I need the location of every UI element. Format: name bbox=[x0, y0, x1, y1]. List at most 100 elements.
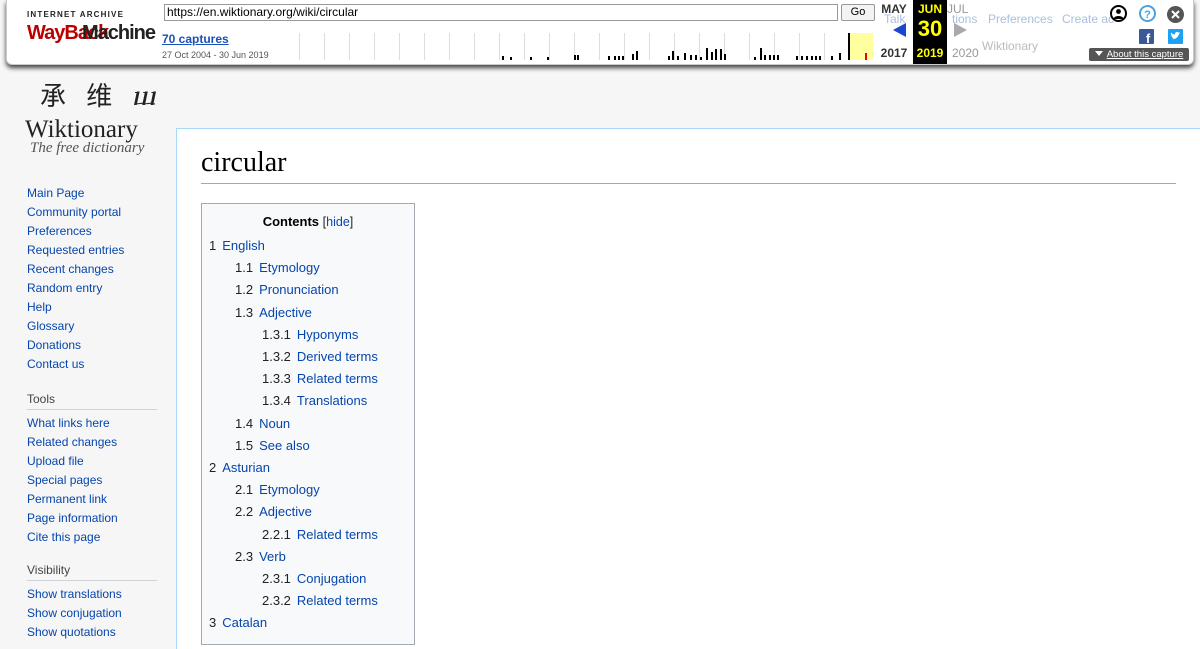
next-year[interactable]: 2020 bbox=[952, 46, 986, 60]
toc-entry-link[interactable]: English bbox=[222, 238, 265, 253]
sidebar-nav-item: Glossary bbox=[27, 317, 157, 336]
sidebar-nav-item: Preferences bbox=[27, 222, 157, 241]
toc-entry[interactable]: 1.3.3 Related terms bbox=[262, 371, 378, 386]
sparkline-bar bbox=[684, 53, 686, 60]
toc-entry[interactable]: 2 Asturian bbox=[209, 460, 270, 475]
ghost-create-account: Create ac bbox=[1062, 12, 1115, 26]
sparkline-bar bbox=[764, 55, 766, 60]
sidebar-nav-link[interactable]: Contact us bbox=[27, 357, 84, 371]
toc-entry-link[interactable]: Verb bbox=[259, 549, 286, 564]
sidebar-visibility-link[interactable]: Show quotations bbox=[27, 625, 116, 639]
prev-capture-arrow-icon[interactable] bbox=[893, 23, 906, 37]
toc-entry-link[interactable]: Related terms bbox=[297, 371, 378, 386]
sidebar-tools-link[interactable]: Upload file bbox=[27, 454, 84, 468]
toc-entry[interactable]: 1 English bbox=[209, 238, 265, 253]
sidebar-visibility-item: Show conjugation bbox=[27, 604, 157, 623]
sidebar-nav-link[interactable]: Requested entries bbox=[27, 243, 124, 257]
toc-entry-link[interactable]: Adjective bbox=[259, 504, 312, 519]
close-icon[interactable] bbox=[1167, 6, 1184, 23]
sidebar-tools-link[interactable]: What links here bbox=[27, 416, 110, 430]
visibility-heading: Visibility bbox=[27, 559, 157, 581]
prev-month[interactable]: MAY bbox=[877, 2, 911, 16]
sidebar-visibility-item: Show translations bbox=[27, 585, 157, 604]
sidebar-tools-link[interactable]: Related changes bbox=[27, 435, 117, 449]
toc-entry-number: 1.1 bbox=[235, 260, 254, 276]
sparkline-year-divider bbox=[324, 33, 325, 60]
sparkline-year-divider bbox=[449, 33, 450, 60]
toc-entry[interactable]: 2.2 Adjective bbox=[235, 504, 312, 519]
sparkline-year-divider bbox=[499, 33, 500, 60]
sparkline-bar bbox=[700, 57, 702, 60]
sidebar-nav-link[interactable]: Community portal bbox=[27, 205, 121, 219]
toc-entry[interactable]: 1.3.2 Derived terms bbox=[262, 349, 378, 364]
toc-entry[interactable]: 2.2.1 Related terms bbox=[262, 527, 378, 542]
toc-entry[interactable]: 2.3.2 Related terms bbox=[262, 593, 378, 608]
sidebar-tools-item: Upload file bbox=[27, 452, 157, 471]
toc-entry-link[interactable]: Related terms bbox=[297, 593, 378, 608]
toc-entry-link[interactable]: Asturian bbox=[222, 460, 270, 475]
wayback-logo[interactable]: INTERNET ARCHIVE WayBack Machine bbox=[27, 8, 156, 50]
user-icon[interactable] bbox=[1110, 5, 1127, 22]
sidebar-visibility-link[interactable]: Show translations bbox=[27, 587, 122, 601]
capture-sparkline[interactable] bbox=[274, 33, 874, 60]
go-button[interactable]: Go bbox=[841, 4, 875, 21]
toc-entry-link[interactable]: Hyponyms bbox=[297, 327, 358, 342]
toc-entry-link[interactable]: Etymology bbox=[259, 482, 320, 497]
sparkline-bar bbox=[547, 57, 549, 60]
toc-entry-number: 2.2.1 bbox=[262, 526, 291, 542]
toc-entry-number: 1.2 bbox=[235, 282, 254, 298]
sparkline-bar bbox=[502, 56, 504, 60]
help-icon[interactable]: ? bbox=[1139, 5, 1156, 22]
sparkline-bar bbox=[769, 55, 771, 60]
toc-entry[interactable]: 1.1 Etymology bbox=[235, 260, 320, 275]
sidebar-nav-link[interactable]: Donations bbox=[27, 338, 81, 352]
sidebar-tools-link[interactable]: Special pages bbox=[27, 473, 102, 487]
prev-year[interactable]: 2017 bbox=[877, 46, 911, 60]
next-month[interactable]: JUL bbox=[947, 2, 981, 16]
sidebar-nav-link[interactable]: Help bbox=[27, 300, 52, 314]
sidebar-tools-link[interactable]: Cite this page bbox=[27, 530, 100, 544]
toc-entry-link[interactable]: Conjugation bbox=[297, 571, 366, 586]
sidebar-tools-link[interactable]: Permanent link bbox=[27, 492, 107, 506]
next-capture-arrow-icon[interactable] bbox=[954, 23, 967, 37]
toc-entry[interactable]: 1.5 See also bbox=[235, 438, 310, 453]
about-capture-button[interactable]: About this capture bbox=[1089, 48, 1189, 61]
toc-entry[interactable]: 1.3 Adjective bbox=[235, 305, 312, 320]
sidebar-nav-link[interactable]: Preferences bbox=[27, 224, 92, 238]
toc-entry[interactable]: 2.3 Verb bbox=[235, 549, 286, 564]
toc-entry[interactable]: 3 Catalan bbox=[209, 615, 267, 630]
sparkline-bar bbox=[668, 56, 670, 60]
sidebar-visibility-link[interactable]: Show conjugation bbox=[27, 606, 122, 620]
sidebar-nav-link[interactable]: Glossary bbox=[27, 319, 74, 333]
toc-entry-link[interactable]: Etymology bbox=[259, 260, 320, 275]
toc-entry-link[interactable]: Catalan bbox=[222, 615, 267, 630]
toc-hide-link[interactable]: hide bbox=[326, 215, 350, 229]
sparkline-bar bbox=[574, 55, 576, 60]
sparkline-year-divider bbox=[649, 33, 650, 60]
toc-entry-link[interactable]: See also bbox=[259, 438, 310, 453]
captures-link[interactable]: 70 captures bbox=[162, 32, 229, 46]
facebook-icon[interactable]: f bbox=[1139, 29, 1154, 46]
sidebar-tools-link[interactable]: Page information bbox=[27, 511, 118, 525]
toc-entry-link[interactable]: Noun bbox=[259, 416, 290, 431]
sidebar-nav-link[interactable]: Main Page bbox=[27, 186, 84, 200]
wayback-url-input[interactable]: https://en.wiktionary.org/wiki/circular bbox=[164, 4, 838, 21]
sparkline-current-year bbox=[848, 33, 873, 60]
toc-entry-number: 1.5 bbox=[235, 437, 254, 453]
toc-entry-link[interactable]: Derived terms bbox=[297, 349, 378, 364]
toc-entry-link[interactable]: Pronunciation bbox=[259, 282, 339, 297]
sidebar-tools-item: Cite this page bbox=[27, 528, 157, 547]
twitter-icon[interactable] bbox=[1168, 29, 1183, 44]
sidebar-nav-link[interactable]: Random entry bbox=[27, 281, 102, 295]
toc-entry[interactable]: 1.2 Pronunciation bbox=[235, 282, 339, 297]
sidebar-nav-link[interactable]: Recent changes bbox=[27, 262, 114, 276]
toc-entry-link[interactable]: Adjective bbox=[259, 305, 312, 320]
toc-entry[interactable]: 2.3.1 Conjugation bbox=[262, 571, 366, 586]
toc-entry-link[interactable]: Translations bbox=[297, 393, 367, 408]
toc-entry[interactable]: 1.3.1 Hyponyms bbox=[262, 327, 358, 342]
toc-entry[interactable]: 2.1 Etymology bbox=[235, 482, 320, 497]
sparkline-year-divider bbox=[349, 33, 350, 60]
toc-entry[interactable]: 1.4 Noun bbox=[235, 416, 290, 431]
toc-entry[interactable]: 1.3.4 Translations bbox=[262, 393, 367, 408]
toc-entry-link[interactable]: Related terms bbox=[297, 527, 378, 542]
